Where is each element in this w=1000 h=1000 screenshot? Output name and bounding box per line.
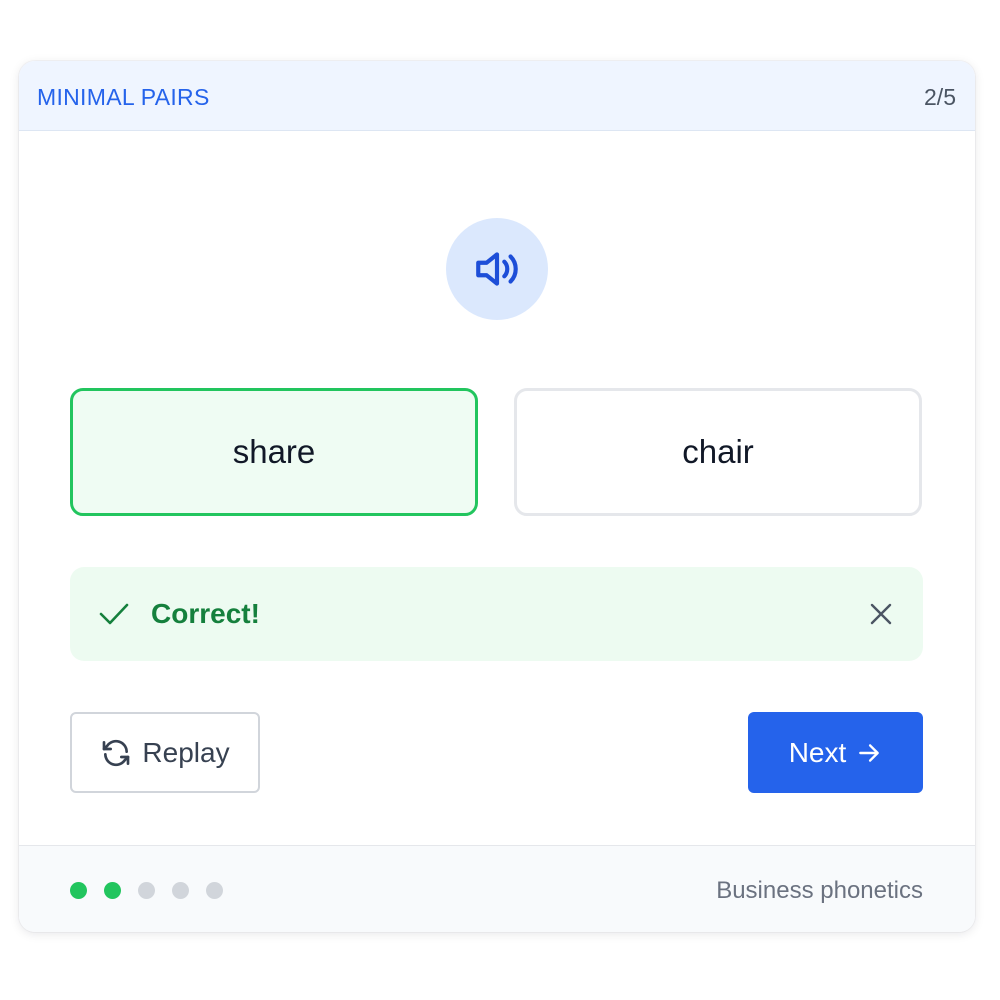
play-audio-button[interactable] bbox=[446, 218, 548, 320]
refresh-icon bbox=[103, 739, 130, 766]
close-icon[interactable] bbox=[867, 600, 895, 628]
replay-button[interactable]: Replay bbox=[70, 712, 260, 793]
progress-dot bbox=[138, 882, 155, 899]
replay-label: Replay bbox=[142, 736, 230, 768]
check-icon bbox=[99, 603, 129, 625]
feedback-banner: Correct! bbox=[70, 567, 923, 661]
progress-counter: 2/5 bbox=[924, 84, 956, 110]
next-label: Next bbox=[788, 736, 847, 768]
next-button[interactable]: Next bbox=[748, 712, 923, 793]
progress-dot bbox=[206, 882, 223, 899]
lesson-category: Business phonetics bbox=[716, 877, 923, 904]
card-header: MINIMAL PAIRS 2/5 bbox=[19, 61, 975, 131]
speaker-icon bbox=[476, 252, 518, 286]
progress-dot bbox=[172, 882, 189, 899]
progress-dot bbox=[70, 882, 87, 899]
exercise-title: MINIMAL PAIRS bbox=[37, 84, 210, 110]
choice-option-chair[interactable]: chair bbox=[514, 388, 922, 516]
arrow-right-icon bbox=[859, 743, 880, 762]
feedback-message: Correct! bbox=[151, 598, 260, 629]
exercise-card: MINIMAL PAIRS 2/5 share chair Correct! R… bbox=[19, 61, 975, 932]
progress-dots bbox=[70, 882, 223, 899]
choice-option-share[interactable]: share bbox=[70, 388, 478, 516]
progress-dot bbox=[104, 882, 121, 899]
card-footer: Business phonetics bbox=[19, 845, 975, 932]
